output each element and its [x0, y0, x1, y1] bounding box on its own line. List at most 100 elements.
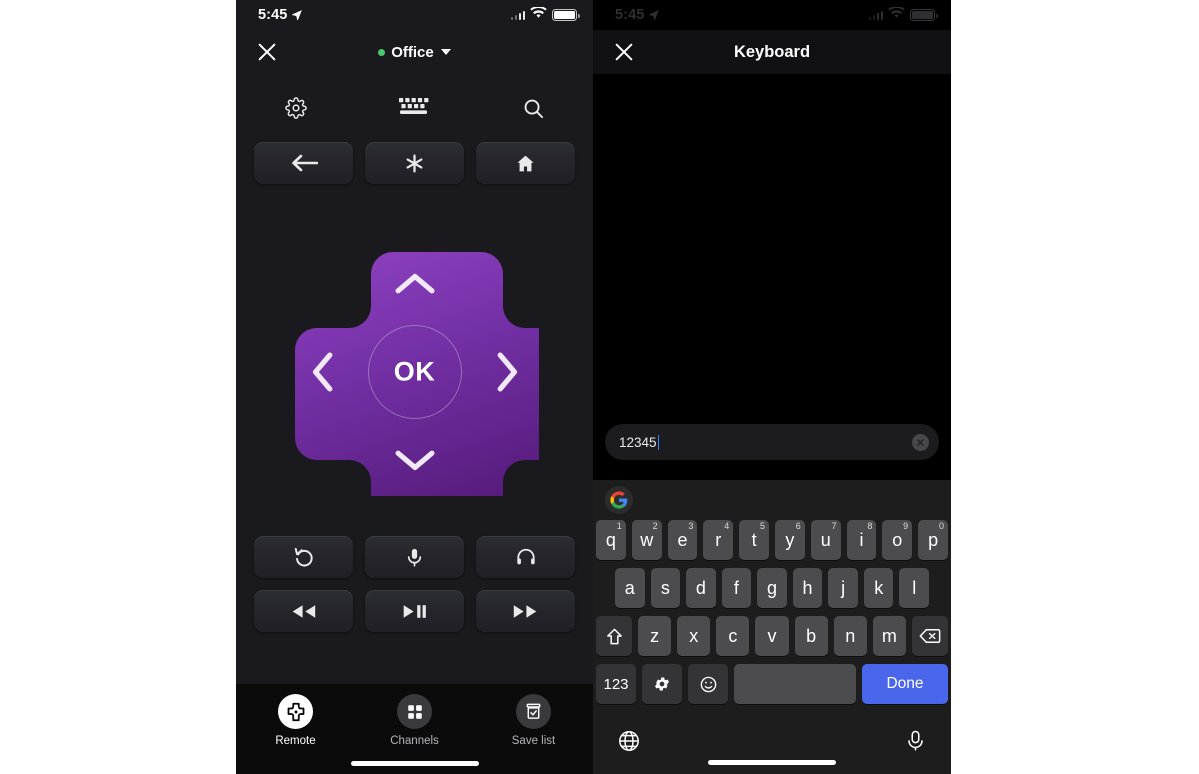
key-k[interactable]: k	[863, 568, 894, 608]
input-zone: 12345	[593, 418, 951, 470]
chevron-down-icon	[440, 49, 451, 55]
dpad: OK	[291, 248, 539, 496]
key-h[interactable]: h	[792, 568, 823, 608]
dpad-down-button[interactable]	[394, 448, 436, 474]
key-c[interactable]: c	[716, 616, 750, 656]
settings-button[interactable]	[236, 88, 355, 128]
key-t[interactable]: 5t	[739, 520, 769, 560]
backspace-icon[interactable]	[911, 616, 948, 656]
key-a[interactable]: a	[614, 568, 645, 608]
key-n[interactable]: n	[833, 616, 867, 656]
save-list-icon	[516, 694, 551, 729]
home-indicator	[350, 761, 479, 766]
key-s[interactable]: s	[650, 568, 681, 608]
keyboard-header: Keyboard	[593, 30, 951, 74]
search-button[interactable]	[474, 88, 593, 128]
key-x[interactable]: x	[677, 616, 711, 656]
key-v[interactable]: v	[755, 616, 789, 656]
space-key[interactable]	[734, 664, 856, 704]
keyboard-button[interactable]	[355, 88, 474, 128]
status-time: 5:45	[258, 7, 288, 23]
media-button-grid	[236, 536, 593, 632]
dpad-left-button[interactable]	[309, 351, 335, 393]
right-status-time-group: 5:45	[615, 7, 660, 23]
battery-full-icon	[910, 9, 938, 21]
close-icon[interactable]	[609, 37, 639, 67]
key-i[interactable]: 8i	[846, 520, 877, 560]
close-icon[interactable]	[252, 37, 282, 67]
numeric-mode-button[interactable]: 123	[596, 664, 636, 704]
key-label: e	[677, 529, 688, 550]
tab-channels[interactable]: Channels	[355, 694, 474, 747]
key-w[interactable]: 2w	[631, 520, 662, 560]
dpad-up-button[interactable]	[394, 270, 436, 296]
keyboard-row-1: 1q 2w 3e 4r 5t 6y 7u 8i 9o 0p	[593, 520, 951, 568]
private-listening-button[interactable]	[476, 536, 575, 578]
key-label: p	[928, 529, 939, 550]
microphone-icon[interactable]	[904, 729, 927, 757]
key-u[interactable]: 7u	[810, 520, 841, 560]
key-f[interactable]: f	[721, 568, 752, 608]
key-j[interactable]: j	[828, 568, 858, 608]
keyboard-row-2: a s d f g h j k l	[593, 568, 951, 616]
voice-button[interactable]	[365, 536, 464, 578]
key-z[interactable]: z	[638, 616, 672, 656]
key-m[interactable]: m	[872, 616, 906, 656]
replay-button[interactable]	[254, 536, 353, 578]
dpad-ok-button[interactable]: OK	[394, 357, 436, 388]
done-button[interactable]: Done	[862, 664, 948, 704]
dpad-right-button[interactable]	[495, 351, 521, 393]
onscreen-keyboard: 1q 2w 3e 4r 5t 6y 7u 8i 9o 0p a s d f g …	[593, 480, 951, 774]
options-button[interactable]	[365, 142, 464, 184]
bottom-tab-bar: Remote Channels Save list	[236, 684, 593, 774]
key-p[interactable]: 0p	[918, 520, 948, 560]
key-r[interactable]: 4r	[703, 520, 734, 560]
right-status-bar: 5:45	[593, 0, 951, 30]
key-b[interactable]: b	[794, 616, 828, 656]
google-logo-icon[interactable]	[605, 486, 633, 514]
rewind-button[interactable]	[254, 590, 353, 632]
key-o[interactable]: 9o	[882, 520, 913, 560]
location-arrow-icon	[291, 9, 303, 21]
device-selector[interactable]: Office	[378, 44, 451, 61]
tab-remote[interactable]: Remote	[236, 694, 355, 747]
key-l[interactable]: l	[899, 568, 930, 608]
tab-save-list[interactable]: Save list	[474, 694, 593, 747]
key-label: t	[751, 529, 757, 550]
fast-forward-button[interactable]	[476, 590, 575, 632]
key-hint: 9	[903, 521, 909, 531]
grid-icon	[397, 694, 432, 729]
shift-icon[interactable]	[596, 616, 632, 656]
key-hint: 7	[831, 521, 837, 531]
tab-save-list-label: Save list	[511, 735, 556, 747]
emoji-smile-icon[interactable]	[688, 664, 728, 704]
key-y[interactable]: 6y	[775, 520, 805, 560]
globe-icon[interactable]	[617, 729, 641, 758]
key-d[interactable]: d	[686, 568, 716, 608]
key-g[interactable]: g	[757, 568, 787, 608]
wifi-icon	[530, 6, 547, 24]
status-time-group: 5:45	[258, 7, 303, 23]
right-status-time: 5:45	[615, 7, 645, 23]
play-pause-button[interactable]	[365, 590, 464, 632]
keyboard-footer	[593, 712, 951, 774]
remote-header: Office	[236, 30, 593, 74]
gear-icon[interactable]	[642, 664, 682, 704]
clear-input-button[interactable]	[912, 433, 929, 451]
key-hint: 4	[724, 521, 730, 531]
text-input-field[interactable]: 12345	[605, 424, 939, 460]
back-button[interactable]	[254, 142, 353, 184]
key-hint: 0	[938, 521, 944, 531]
home-indicator	[708, 760, 836, 765]
dpad-region: OK	[236, 222, 593, 522]
home-button[interactable]	[476, 142, 575, 184]
key-label: w	[640, 529, 654, 550]
tab-remote-label: Remote	[275, 735, 316, 747]
keyboard-title: Keyboard	[733, 42, 811, 61]
nav-button-grid	[236, 134, 593, 184]
key-q[interactable]: 1q	[596, 520, 626, 560]
dpad-icon	[278, 694, 313, 729]
key-e[interactable]: 3e	[667, 520, 698, 560]
cellular-signal-icon	[868, 10, 883, 20]
key-label: i	[859, 529, 864, 550]
